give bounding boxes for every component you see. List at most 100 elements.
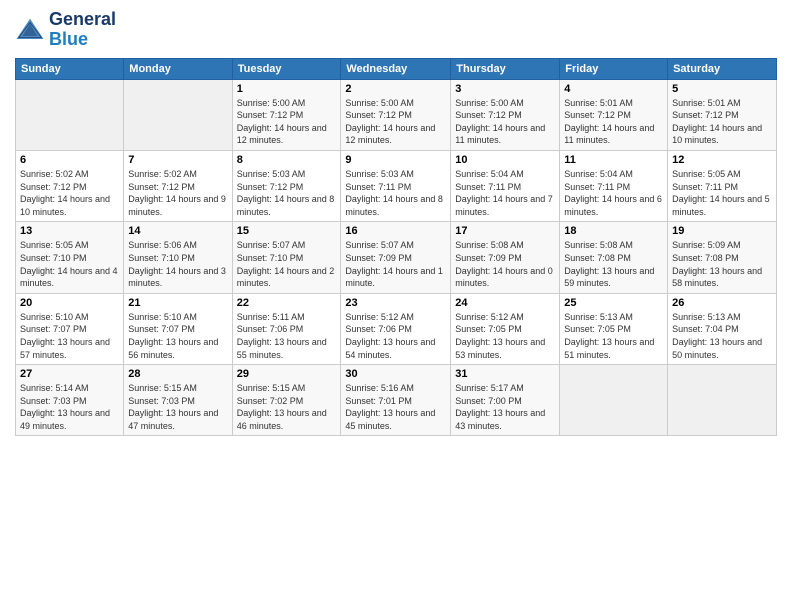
day-number: 13 — [20, 225, 119, 237]
calendar-cell: 19 Sunrise: 5:09 AMSunset: 7:08 PMDayligh… — [668, 222, 777, 293]
day-number: 20 — [20, 297, 119, 309]
day-number: 30 — [345, 368, 446, 380]
day-number: 12 — [672, 154, 772, 166]
day-info: Sunrise: 5:11 AMSunset: 7:06 PMDaylight:… — [237, 311, 337, 361]
calendar-week-row: 20 Sunrise: 5:10 AMSunset: 7:07 PMDayligh… — [16, 293, 777, 364]
day-number: 6 — [20, 154, 119, 166]
day-info: Sunrise: 5:09 AMSunset: 7:08 PMDaylight:… — [672, 239, 772, 289]
calendar-cell: 18 Sunrise: 5:08 AMSunset: 7:08 PMDayligh… — [560, 222, 668, 293]
calendar-cell: 25 Sunrise: 5:13 AMSunset: 7:05 PMDayligh… — [560, 293, 668, 364]
day-info: Sunrise: 5:01 AMSunset: 7:12 PMDaylight:… — [672, 97, 772, 147]
day-number: 8 — [237, 154, 337, 166]
day-number: 21 — [128, 297, 227, 309]
page: General Blue SundayMondayTuesdayWednesda… — [0, 0, 792, 612]
calendar-cell: 16 Sunrise: 5:07 AMSunset: 7:09 PMDayligh… — [341, 222, 451, 293]
day-info: Sunrise: 5:12 AMSunset: 7:05 PMDaylight:… — [455, 311, 555, 361]
day-info: Sunrise: 5:07 AMSunset: 7:09 PMDaylight:… — [345, 239, 446, 289]
day-number: 23 — [345, 297, 446, 309]
day-info: Sunrise: 5:08 AMSunset: 7:08 PMDaylight:… — [564, 239, 663, 289]
weekday-header-monday: Monday — [124, 58, 232, 79]
weekday-header-saturday: Saturday — [668, 58, 777, 79]
calendar-body: 1 Sunrise: 5:00 AMSunset: 7:12 PMDaylight… — [16, 79, 777, 436]
day-info: Sunrise: 5:15 AMSunset: 7:03 PMDaylight:… — [128, 382, 227, 432]
day-info: Sunrise: 5:10 AMSunset: 7:07 PMDaylight:… — [20, 311, 119, 361]
day-info: Sunrise: 5:04 AMSunset: 7:11 PMDaylight:… — [564, 168, 663, 218]
day-info: Sunrise: 5:05 AMSunset: 7:10 PMDaylight:… — [20, 239, 119, 289]
day-info: Sunrise: 5:14 AMSunset: 7:03 PMDaylight:… — [20, 382, 119, 432]
calendar-week-row: 27 Sunrise: 5:14 AMSunset: 7:03 PMDayligh… — [16, 365, 777, 436]
logo-text: General Blue — [49, 10, 116, 50]
calendar-cell: 29Sunrise: 5:15 AMSunset: 7:02 PMDayligh… — [232, 365, 341, 436]
calendar-header: SundayMondayTuesdayWednesdayThursdayFrid… — [16, 58, 777, 79]
calendar-cell: 2 Sunrise: 5:00 AMSunset: 7:12 PMDaylight… — [341, 79, 451, 150]
calendar-cell: 3Sunrise: 5:00 AMSunset: 7:12 PMDaylight… — [451, 79, 560, 150]
day-number: 31 — [455, 368, 555, 380]
day-number: 24 — [455, 297, 555, 309]
day-info: Sunrise: 5:10 AMSunset: 7:07 PMDaylight:… — [128, 311, 227, 361]
calendar-cell — [16, 79, 124, 150]
weekday-header-row: SundayMondayTuesdayWednesdayThursdayFrid… — [16, 58, 777, 79]
calendar-cell: 11 Sunrise: 5:04 AMSunset: 7:11 PMDayligh… — [560, 150, 668, 221]
calendar-cell: 28 Sunrise: 5:15 AMSunset: 7:03 PMDayligh… — [124, 365, 232, 436]
day-number: 19 — [672, 225, 772, 237]
calendar-cell: 1Sunrise: 5:00 AMSunset: 7:12 PMDaylight… — [232, 79, 341, 150]
day-info: Sunrise: 5:12 AMSunset: 7:06 PMDaylight:… — [345, 311, 446, 361]
day-number: 16 — [345, 225, 446, 237]
day-number: 28 — [128, 368, 227, 380]
day-info: Sunrise: 5:02 AMSunset: 7:12 PMDaylight:… — [128, 168, 227, 218]
weekday-header-friday: Friday — [560, 58, 668, 79]
calendar-cell: 9 Sunrise: 5:03 AMSunset: 7:11 PMDaylight… — [341, 150, 451, 221]
day-number: 17 — [455, 225, 555, 237]
weekday-header-thursday: Thursday — [451, 58, 560, 79]
calendar-cell: 22 Sunrise: 5:11 AMSunset: 7:06 PMDayligh… — [232, 293, 341, 364]
calendar-cell — [668, 365, 777, 436]
logo: General Blue — [15, 10, 116, 50]
day-info: Sunrise: 5:03 AMSunset: 7:11 PMDaylight:… — [345, 168, 446, 218]
calendar-cell: 15 Sunrise: 5:07 AMSunset: 7:10 PMDayligh… — [232, 222, 341, 293]
calendar-cell: 30 Sunrise: 5:16 AMSunset: 7:01 PMDayligh… — [341, 365, 451, 436]
day-info: Sunrise: 5:07 AMSunset: 7:10 PMDaylight:… — [237, 239, 337, 289]
day-info: Sunrise: 5:15 AMSunset: 7:02 PMDaylight:… — [237, 382, 337, 432]
header: General Blue — [15, 10, 777, 50]
day-number: 1 — [237, 83, 337, 95]
calendar-cell: 21 Sunrise: 5:10 AMSunset: 7:07 PMDayligh… — [124, 293, 232, 364]
calendar-cell: 26Sunrise: 5:13 AMSunset: 7:04 PMDayligh… — [668, 293, 777, 364]
weekday-header-sunday: Sunday — [16, 58, 124, 79]
calendar-cell: 31 Sunrise: 5:17 AMSunset: 7:00 PMDayligh… — [451, 365, 560, 436]
day-number: 9 — [345, 154, 446, 166]
calendar-cell: 27 Sunrise: 5:14 AMSunset: 7:03 PMDayligh… — [16, 365, 124, 436]
calendar-cell: 12 Sunrise: 5:05 AMSunset: 7:11 PMDayligh… — [668, 150, 777, 221]
day-info: Sunrise: 5:13 AMSunset: 7:05 PMDaylight:… — [564, 311, 663, 361]
calendar-cell: 23 Sunrise: 5:12 AMSunset: 7:06 PMDayligh… — [341, 293, 451, 364]
day-info: Sunrise: 5:05 AMSunset: 7:11 PMDaylight:… — [672, 168, 772, 218]
weekday-header-wednesday: Wednesday — [341, 58, 451, 79]
day-info: Sunrise: 5:04 AMSunset: 7:11 PMDaylight:… — [455, 168, 555, 218]
calendar-cell: 24 Sunrise: 5:12 AMSunset: 7:05 PMDayligh… — [451, 293, 560, 364]
calendar-cell: 10Sunrise: 5:04 AMSunset: 7:11 PMDayligh… — [451, 150, 560, 221]
day-number: 22 — [237, 297, 337, 309]
calendar-cell — [124, 79, 232, 150]
day-number: 2 — [345, 83, 446, 95]
calendar-cell: 14Sunrise: 5:06 AMSunset: 7:10 PMDayligh… — [124, 222, 232, 293]
day-info: Sunrise: 5:06 AMSunset: 7:10 PMDaylight:… — [128, 239, 227, 289]
day-info: Sunrise: 5:00 AMSunset: 7:12 PMDaylight:… — [345, 97, 446, 147]
calendar-cell: 17Sunrise: 5:08 AMSunset: 7:09 PMDayligh… — [451, 222, 560, 293]
day-number: 27 — [20, 368, 119, 380]
day-info: Sunrise: 5:17 AMSunset: 7:00 PMDaylight:… — [455, 382, 555, 432]
day-info: Sunrise: 5:00 AMSunset: 7:12 PMDaylight:… — [455, 97, 555, 147]
day-number: 11 — [564, 154, 663, 166]
calendar-cell: 4Sunrise: 5:01 AMSunset: 7:12 PMDaylight… — [560, 79, 668, 150]
calendar-cell: 8 Sunrise: 5:03 AMSunset: 7:12 PMDaylight… — [232, 150, 341, 221]
calendar-week-row: 13 Sunrise: 5:05 AMSunset: 7:10 PMDayligh… — [16, 222, 777, 293]
day-number: 18 — [564, 225, 663, 237]
day-number: 7 — [128, 154, 227, 166]
calendar-table: SundayMondayTuesdayWednesdayThursdayFrid… — [15, 58, 777, 437]
day-info: Sunrise: 5:13 AMSunset: 7:04 PMDaylight:… — [672, 311, 772, 361]
calendar-cell: 20 Sunrise: 5:10 AMSunset: 7:07 PMDayligh… — [16, 293, 124, 364]
calendar-week-row: 6 Sunrise: 5:02 AMSunset: 7:12 PMDaylight… — [16, 150, 777, 221]
day-number: 25 — [564, 297, 663, 309]
day-info: Sunrise: 5:03 AMSunset: 7:12 PMDaylight:… — [237, 168, 337, 218]
calendar-cell: 13 Sunrise: 5:05 AMSunset: 7:10 PMDayligh… — [16, 222, 124, 293]
day-info: Sunrise: 5:16 AMSunset: 7:01 PMDaylight:… — [345, 382, 446, 432]
day-number: 15 — [237, 225, 337, 237]
